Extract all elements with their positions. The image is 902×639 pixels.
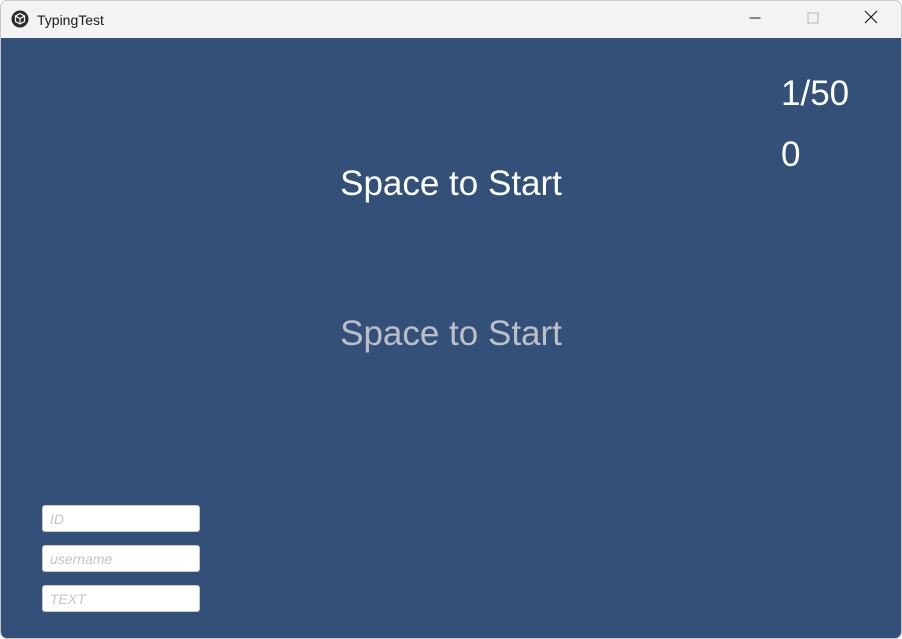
close-button[interactable] <box>848 1 894 38</box>
maximize-icon <box>807 11 819 29</box>
title-bar[interactable]: TypingTest <box>1 1 901 38</box>
maximize-button[interactable] <box>790 1 836 38</box>
minimize-icon <box>749 11 761 29</box>
target-text: Space to Start <box>340 164 562 203</box>
close-icon <box>864 10 878 29</box>
typed-text: Space to Start <box>340 314 562 353</box>
game-canvas[interactable]: 1/50 0 Space to Start Space to Start <box>1 38 901 638</box>
id-input[interactable] <box>42 505 200 532</box>
window-title: TypingTest <box>37 12 104 28</box>
username-input[interactable] <box>42 545 200 572</box>
minimize-button[interactable] <box>732 1 778 38</box>
unity-logo-icon <box>11 10 29 28</box>
app-window: TypingTest 1/50 0 Space to Start Space t… <box>0 0 902 639</box>
text-input[interactable] <box>42 585 200 612</box>
progress-counter: 1/50 <box>781 74 850 113</box>
